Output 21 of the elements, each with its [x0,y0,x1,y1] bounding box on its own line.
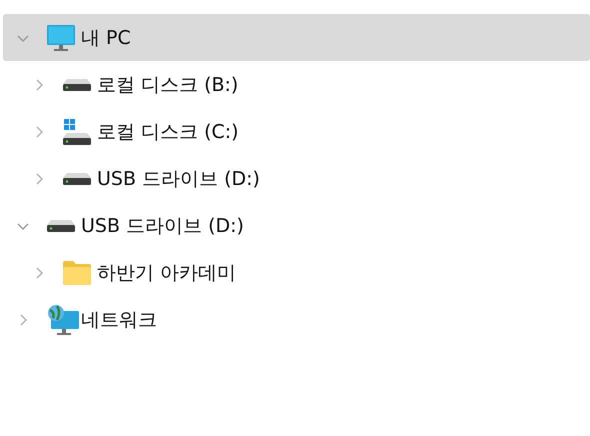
item-label: USB 드라이브 (D:) [97,166,260,192]
item-label: 내 PC [81,26,131,50]
tree-item[interactable]: 내 PC [3,14,590,61]
tree-item[interactable]: 하반기 아카데미 [3,249,590,296]
tree-item[interactable]: USB 드라이브 (D:) [3,155,590,202]
item-label: 네트워크 [81,308,157,332]
item-label: 로컬 디스크 (C:) [97,120,239,144]
item-label: USB 드라이브 (D:) [81,214,244,238]
drive-icon [47,220,75,232]
network-monitor-icon [47,304,79,336]
tree-item[interactable]: USB 드라이브 (D:) [3,202,590,249]
tree-item[interactable]: 네트워크 [3,296,590,343]
folder-icon [63,260,91,284]
item-label: 하반기 아카데미 [97,260,236,286]
drive-icon [63,172,91,184]
drive-icon [63,78,91,90]
tree-item[interactable]: 로컬 디스크 (B:) [3,61,590,108]
monitor-icon [47,24,75,52]
drive-with-windows-logo-icon [63,118,91,144]
item-label: 로컬 디스크 (B:) [97,72,238,98]
tree-item[interactable]: 로컬 디스크 (C:) [3,108,590,155]
